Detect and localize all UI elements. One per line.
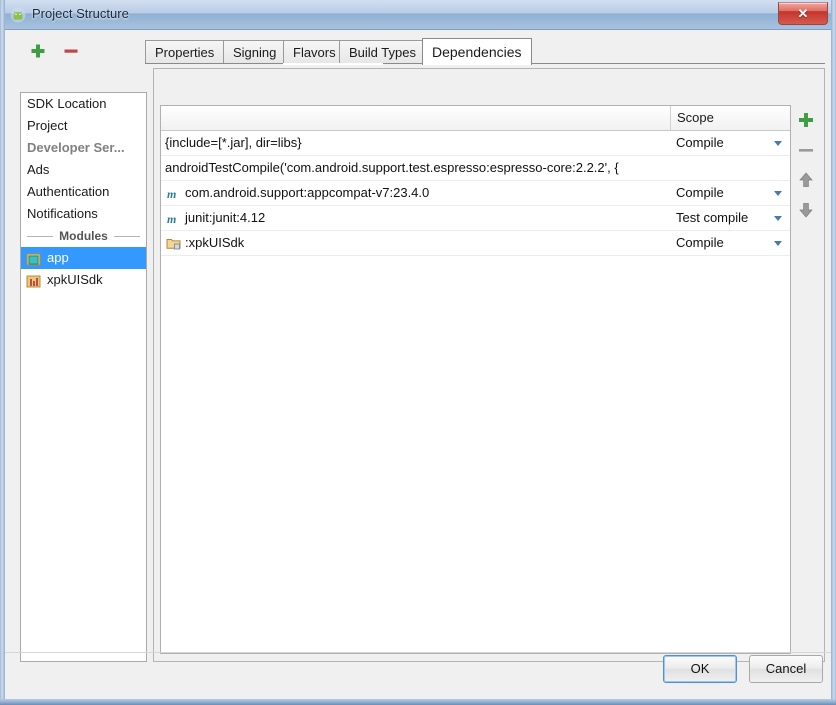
window-frame-bottom bbox=[0, 699, 836, 705]
scope-dropdown[interactable]: Test compile bbox=[670, 206, 790, 230]
sidebar-item-label: Developer Ser... bbox=[27, 140, 125, 155]
sidebar-item-authentication[interactable]: Authentication bbox=[21, 181, 146, 203]
tab-label: Properties bbox=[155, 45, 215, 60]
add-dependency-button[interactable] bbox=[793, 107, 819, 133]
minus-icon bbox=[60, 40, 82, 62]
dependency-name-label: com.android.support:appcompat-v7:23.4.0 bbox=[185, 185, 430, 200]
move-down-button[interactable] bbox=[793, 197, 819, 223]
tab-dependencies[interactable]: Dependencies bbox=[422, 38, 532, 65]
tab-properties[interactable]: Properties bbox=[145, 40, 225, 64]
dependency-name-label: :xpkUISdk bbox=[185, 235, 245, 250]
scope-dropdown[interactable]: Compile bbox=[670, 231, 790, 255]
dependencies-panel: Scope {include=[*.jar], dir=libs} Compil… bbox=[153, 68, 825, 662]
dependency-name: androidTestCompile('com.android.support.… bbox=[165, 160, 619, 175]
ok-label: OK bbox=[690, 661, 710, 676]
active-tab-gap bbox=[283, 63, 383, 65]
tab-flavors[interactable]: Flavors bbox=[283, 40, 346, 64]
column-header-scope[interactable]: Scope bbox=[670, 106, 790, 130]
chevron-down-icon bbox=[774, 241, 782, 246]
scope-value: Compile bbox=[676, 135, 724, 150]
sidebar-item-label: SDK Location bbox=[27, 96, 107, 111]
tab-label: Build Types bbox=[349, 45, 416, 60]
scope-dropdown[interactable]: Compile bbox=[670, 181, 790, 205]
scope-value: Test compile bbox=[676, 210, 749, 225]
sidebar-item-label: xpkUISdk bbox=[47, 272, 103, 287]
separator-line-right bbox=[114, 236, 140, 237]
tab-label: Signing bbox=[233, 45, 277, 60]
sidebar-item-app[interactable]: app bbox=[21, 247, 146, 269]
close-button[interactable]: ✕ bbox=[778, 2, 828, 25]
footer-divider bbox=[5, 652, 831, 653]
module-folder-icon bbox=[166, 235, 181, 250]
sidebar-item-label: Authentication bbox=[27, 184, 110, 199]
sidebar-item-label: Project bbox=[27, 118, 68, 133]
sidebar-item-developer-services[interactable]: Developer Ser... bbox=[21, 137, 146, 159]
plus-icon bbox=[27, 40, 49, 62]
table-row[interactable]: androidTestCompile('com.android.support.… bbox=[161, 156, 790, 181]
table-row[interactable]: {include=[*.jar], dir=libs} Compile bbox=[161, 131, 790, 156]
footer-bar: OK Cancel bbox=[5, 655, 831, 691]
column-header-name[interactable] bbox=[161, 106, 670, 130]
ok-button[interactable]: OK bbox=[663, 655, 737, 683]
title-bar: Project Structure ✕ bbox=[0, 0, 836, 30]
remove-dependency-button[interactable] bbox=[793, 137, 819, 163]
move-up-button[interactable] bbox=[793, 167, 819, 193]
tab-strip: Properties Signing Flavors Build Types D… bbox=[145, 38, 825, 65]
add-module-button[interactable] bbox=[27, 40, 49, 62]
scope-empty[interactable] bbox=[670, 156, 790, 180]
chevron-down-icon bbox=[774, 191, 782, 196]
svg-text:m: m bbox=[167, 212, 176, 226]
sidebar-item-project[interactable]: Project bbox=[21, 115, 146, 137]
remove-module-button[interactable] bbox=[60, 40, 82, 62]
sidebar-list[interactable]: SDK Location Project Developer Ser... Ad… bbox=[20, 92, 147, 662]
android-module-icon bbox=[26, 251, 41, 266]
cancel-label: Cancel bbox=[765, 661, 807, 676]
project-structure-dialog: Project Structure ✕ SDK Location Project… bbox=[0, 0, 836, 705]
dialog-content: SDK Location Project Developer Ser... Ad… bbox=[5, 30, 831, 699]
sidebar-item-label: Notifications bbox=[27, 206, 98, 221]
sidebar-item-xpkuisdk[interactable]: xpkUISdk bbox=[21, 269, 146, 291]
chevron-down-icon bbox=[774, 216, 782, 221]
sidebar-item-sdk-location[interactable]: SDK Location bbox=[21, 93, 146, 115]
dependency-name-label: junit:junit:4.12 bbox=[185, 210, 266, 225]
table-row[interactable]: m com.android.support:appcompat-v7:23.4.… bbox=[161, 181, 790, 206]
scope-value: Compile bbox=[676, 185, 724, 200]
separator-line-left bbox=[27, 236, 53, 237]
maven-artifact-icon: m bbox=[166, 185, 181, 201]
dependencies-table[interactable]: Scope {include=[*.jar], dir=libs} Compil… bbox=[160, 105, 791, 654]
tab-label: Flavors bbox=[293, 45, 336, 60]
library-module-icon bbox=[26, 273, 41, 288]
svg-text:m: m bbox=[167, 187, 176, 201]
window-title: Project Structure bbox=[32, 6, 129, 21]
table-row[interactable]: m junit:junit:4.12 Test compile bbox=[161, 206, 790, 231]
chevron-down-icon bbox=[774, 141, 782, 146]
cancel-button[interactable]: Cancel bbox=[749, 655, 823, 683]
dependencies-toolbar bbox=[793, 107, 819, 237]
tab-label: Dependencies bbox=[432, 44, 522, 60]
dependency-name: :xpkUISdk bbox=[161, 231, 670, 255]
scope-value: Compile bbox=[676, 235, 724, 250]
modules-separator: Modules bbox=[21, 225, 146, 247]
sidebar-toolbar bbox=[20, 40, 145, 65]
window-frame-right bbox=[831, 0, 836, 705]
android-head-icon bbox=[10, 7, 26, 23]
tab-build-types[interactable]: Build Types bbox=[339, 40, 426, 64]
sidebar-item-ads[interactable]: Ads bbox=[21, 159, 146, 181]
maven-artifact-icon: m bbox=[166, 210, 181, 226]
close-icon: ✕ bbox=[797, 6, 809, 21]
dependency-name: m com.android.support:appcompat-v7:23.4.… bbox=[161, 181, 670, 205]
table-header-row: Scope bbox=[161, 106, 790, 131]
dependency-name: m junit:junit:4.12 bbox=[161, 206, 670, 230]
tab-signing[interactable]: Signing bbox=[223, 40, 287, 64]
table-row[interactable]: :xpkUISdk Compile bbox=[161, 231, 790, 256]
scope-dropdown[interactable]: Compile bbox=[670, 131, 790, 155]
sidebar-item-label: app bbox=[47, 250, 69, 265]
dependency-name: {include=[*.jar], dir=libs} bbox=[165, 135, 302, 150]
sidebar-item-notifications[interactable]: Notifications bbox=[21, 203, 146, 225]
modules-separator-label: Modules bbox=[59, 229, 108, 243]
sidebar-item-label: Ads bbox=[27, 162, 50, 177]
